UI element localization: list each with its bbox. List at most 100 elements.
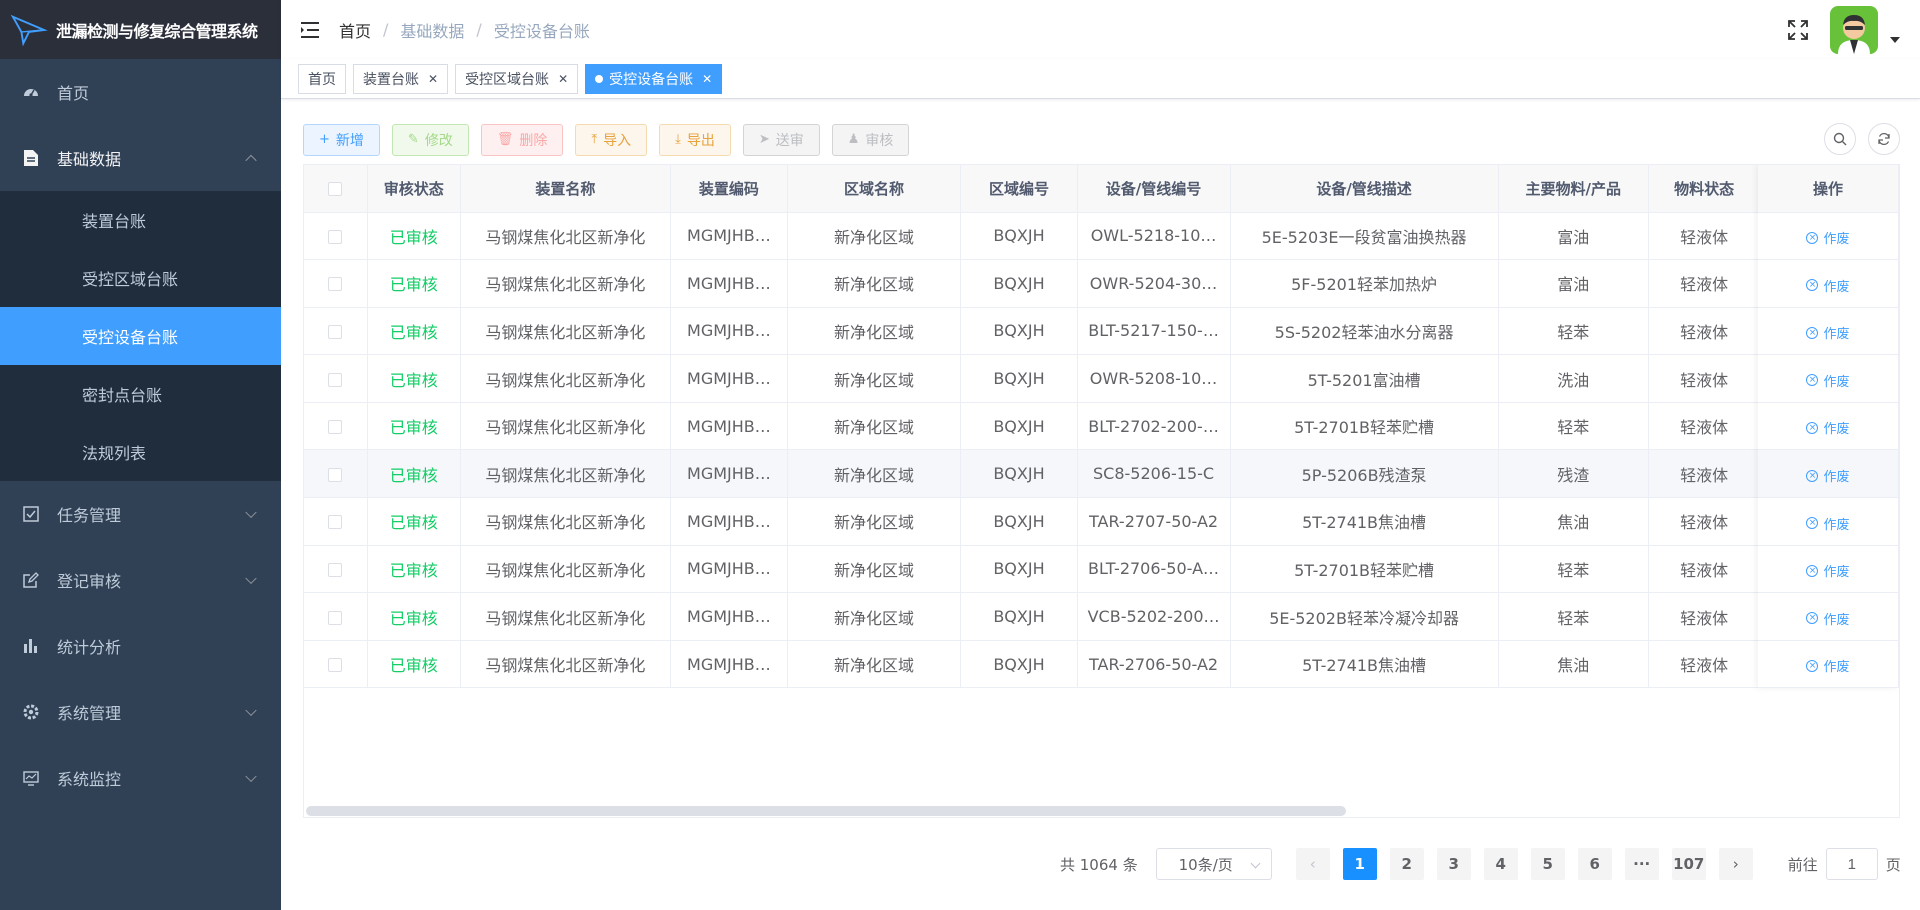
sidebar-item-home[interactable]: 首页 xyxy=(0,59,281,125)
row-checkbox[interactable] xyxy=(328,229,343,244)
sidebar-item-area-ledger[interactable]: 受控区域台账 xyxy=(0,249,281,307)
close-icon[interactable]: ✕ xyxy=(558,72,568,86)
prev-page-button[interactable]: ‹ xyxy=(1295,848,1330,880)
sidebar-item-equipment-ledger[interactable]: 受控设备台账 xyxy=(0,307,281,365)
review-button[interactable]: ♟ 审核 xyxy=(831,123,910,156)
tag-home[interactable]: 首页 xyxy=(298,63,346,94)
sidebar-item-system-monitor[interactable]: 系统监控 xyxy=(0,745,281,811)
row-select-cell[interactable] xyxy=(304,307,368,356)
select-all-checkbox[interactable] xyxy=(328,181,343,196)
close-icon[interactable]: ✕ xyxy=(428,72,438,86)
page-number-button[interactable]: 1 xyxy=(1342,848,1377,880)
table-row[interactable]: 已审核 马钢煤焦化北区新净化 MGMJHB… 新净化区域 BQXJH TAR-2706-5… xyxy=(304,640,1899,689)
horizontal-scrollbar[interactable] xyxy=(306,806,1346,816)
sidebar-item-system-management[interactable]: 系统管理 xyxy=(0,679,281,745)
table-cell: 轻苯 xyxy=(1498,592,1649,641)
page-number-button[interactable]: 3 xyxy=(1436,848,1471,880)
breadcrumb-home[interactable]: 首页 xyxy=(339,18,371,42)
table-row[interactable]: 已审核 马钢煤焦化北区新净化 MGMJHB… 新净化区域 BQXJH SC8-5206-1… xyxy=(304,449,1899,499)
row-select-cell[interactable] xyxy=(304,497,368,546)
sidebar-item-task-management[interactable]: 任务管理 xyxy=(0,481,281,547)
column-header[interactable]: 区域编号 xyxy=(960,165,1078,213)
row-select-cell[interactable] xyxy=(304,545,368,594)
row-checkbox[interactable] xyxy=(328,562,343,577)
row-checkbox[interactable] xyxy=(328,515,343,530)
app-logo[interactable]: 泄漏检测与修复综合管理系统 xyxy=(0,0,281,59)
column-header[interactable]: 设备/管线描述 xyxy=(1230,165,1499,213)
import-button[interactable]: ⤒ 导入 xyxy=(575,123,648,156)
page-number-button[interactable]: 6 xyxy=(1577,848,1612,880)
fullscreen-icon[interactable] xyxy=(1786,18,1810,42)
row-select-cell[interactable] xyxy=(304,354,368,403)
next-page-button[interactable]: › xyxy=(1718,848,1753,880)
sidebar-item-device-ledger[interactable]: 装置台账 xyxy=(0,191,281,249)
avatar[interactable] xyxy=(1830,5,1878,54)
void-button[interactable]: × 作废 xyxy=(1806,371,1850,390)
sidebar-item-registration-review[interactable]: 登记审核 xyxy=(0,547,281,613)
row-select-cell[interactable] xyxy=(304,449,368,499)
hamburger-icon[interactable] xyxy=(281,0,339,59)
page-number-button[interactable]: 107 xyxy=(1671,848,1706,880)
table-row[interactable]: 已审核 马钢煤焦化北区新净化 MGMJHB… 新净化区域 BQXJH BLT-2702-2… xyxy=(304,402,1899,451)
table-row[interactable]: 已审核 马钢煤焦化北区新净化 MGMJHB… 新净化区域 BQXJH OWL-5218-1… xyxy=(304,212,1899,261)
page-number-button[interactable]: 2 xyxy=(1389,848,1424,880)
tag-device-ledger[interactable]: 装置台账 ✕ xyxy=(353,63,449,94)
sidebar-item-regulations[interactable]: 法规列表 xyxy=(0,423,281,481)
table-row[interactable]: 已审核 马钢煤焦化北区新净化 MGMJHB… 新净化区域 BQXJH BLT-5217-1… xyxy=(304,307,1899,356)
column-header[interactable]: 物料状态 xyxy=(1648,165,1761,213)
table-row[interactable]: 已审核 马钢煤焦化北区新净化 MGMJHB… 新净化区域 BQXJH OWR-5208-1… xyxy=(304,354,1899,403)
row-select-cell[interactable] xyxy=(304,640,368,689)
add-button[interactable]: + 新增 xyxy=(303,123,380,156)
row-select-cell[interactable] xyxy=(304,402,368,451)
tag-equipment-ledger[interactable]: 受控设备台账 ✕ xyxy=(585,63,723,94)
edit-button[interactable]: ✎ 修改 xyxy=(391,123,469,156)
row-select-cell[interactable] xyxy=(304,592,368,641)
table-row[interactable]: 已审核 马钢煤焦化北区新净化 MGMJHB… 新净化区域 BQXJH TAR-2707-5… xyxy=(304,497,1899,546)
sidebar-item-statistics[interactable]: 统计分析 xyxy=(0,613,281,679)
void-button[interactable]: × 作废 xyxy=(1806,656,1850,675)
table-row[interactable]: 已审核 马钢煤焦化北区新净化 MGMJHB… 新净化区域 BQXJH VCB-5202-2… xyxy=(304,592,1899,641)
column-header[interactable]: 装置名称 xyxy=(460,165,672,213)
row-select-cell[interactable] xyxy=(304,259,368,308)
row-checkbox[interactable] xyxy=(328,610,343,625)
sidebar-item-basic-data[interactable]: 基础数据 xyxy=(0,125,281,191)
caret-down-icon[interactable] xyxy=(1890,36,1900,43)
goto-page-input[interactable] xyxy=(1825,848,1878,880)
submit-review-button[interactable]: ➤ 送审 xyxy=(742,123,820,156)
column-header[interactable]: 区域名称 xyxy=(787,165,962,213)
page-ellipsis-button[interactable]: ··· xyxy=(1624,848,1659,880)
table-row[interactable]: 已审核 马钢煤焦化北区新净化 MGMJHB… 新净化区域 BQXJH BLT-2706-5… xyxy=(304,545,1899,594)
row-checkbox[interactable] xyxy=(328,372,343,387)
void-button[interactable]: × 作废 xyxy=(1806,228,1850,247)
void-button[interactable]: × 作废 xyxy=(1806,514,1850,533)
column-header[interactable]: 设备/管线编号 xyxy=(1077,165,1231,213)
select-all-cell[interactable] xyxy=(304,165,368,213)
page-size-select[interactable]: 10条/页 xyxy=(1155,848,1272,880)
search-toggle-button[interactable] xyxy=(1824,123,1856,155)
export-button[interactable]: ⤓ 导出 xyxy=(659,123,731,156)
void-button[interactable]: × 作废 xyxy=(1806,609,1850,628)
void-button[interactable]: × 作废 xyxy=(1806,323,1850,342)
column-header[interactable]: 审核状态 xyxy=(367,165,461,213)
page-number-button[interactable]: 4 xyxy=(1483,848,1518,880)
refresh-button[interactable] xyxy=(1868,123,1900,155)
row-checkbox[interactable] xyxy=(328,277,343,292)
void-button[interactable]: × 作废 xyxy=(1806,466,1850,485)
close-icon[interactable]: ✕ xyxy=(702,72,712,86)
row-checkbox[interactable] xyxy=(328,420,343,435)
void-button[interactable]: × 作废 xyxy=(1806,276,1850,295)
row-select-cell[interactable] xyxy=(304,212,368,261)
delete-button[interactable]: 🗑 删除 xyxy=(480,123,564,156)
page-number-button[interactable]: 5 xyxy=(1530,848,1565,880)
void-button[interactable]: × 作废 xyxy=(1806,418,1850,437)
row-checkbox[interactable] xyxy=(328,324,343,339)
column-header[interactable]: 装置编码 xyxy=(670,165,788,213)
table-row[interactable]: 已审核 马钢煤焦化北区新净化 MGMJHB… 新净化区域 BQXJH OWR-5204-3… xyxy=(304,259,1899,308)
column-header[interactable]: 主要物料/产品 xyxy=(1498,165,1649,213)
tag-area-ledger[interactable]: 受控区域台账 ✕ xyxy=(455,63,579,94)
row-checkbox[interactable] xyxy=(328,467,343,482)
data-table: 审核状态 装置名称 装置编码 区域名称 区域编号 设备/管线编号 设备/管线描述… xyxy=(303,164,1900,818)
sidebar-item-seal-point-ledger[interactable]: 密封点台账 xyxy=(0,365,281,423)
row-checkbox[interactable] xyxy=(328,658,343,673)
void-button[interactable]: × 作废 xyxy=(1806,561,1850,580)
